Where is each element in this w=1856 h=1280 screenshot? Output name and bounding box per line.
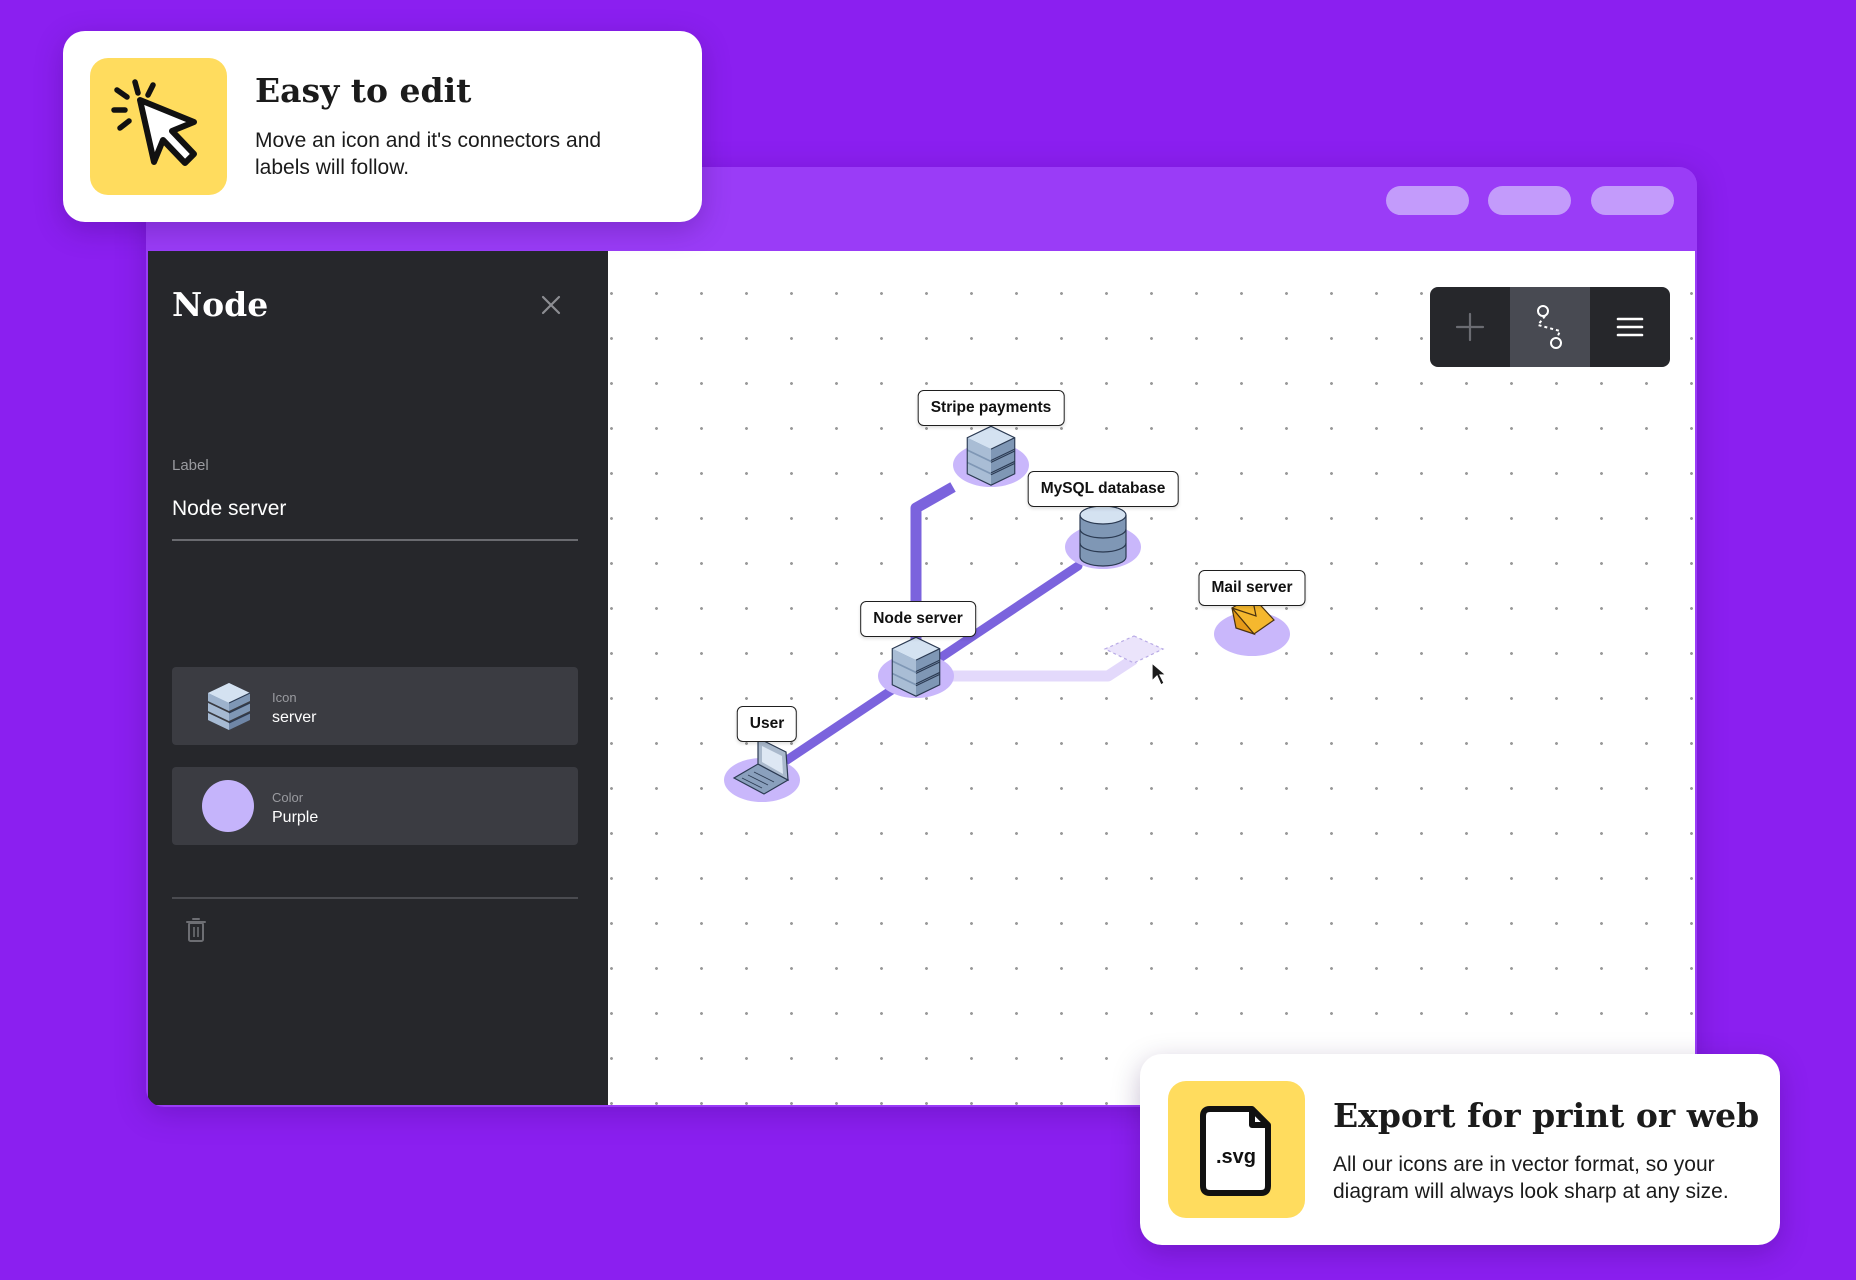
color-value: Purple: [272, 809, 319, 826]
panel-title: Node: [172, 285, 269, 324]
label-caption: Label: [172, 457, 209, 474]
callout-icon-box: [90, 58, 227, 195]
label-input[interactable]: [172, 487, 578, 541]
close-icon: [541, 295, 561, 315]
drop-target-placeholder[interactable]: [1103, 635, 1165, 664]
node-label-user[interactable]: User: [736, 706, 798, 742]
cursor-click-icon: [111, 79, 197, 166]
color-selector[interactable]: Color Purple: [172, 767, 578, 845]
node-label-stripe-payments[interactable]: Stripe payments: [917, 390, 1065, 426]
callout-icon-box: .svg: [1168, 1081, 1305, 1218]
svg-file-icon: .svg: [1200, 1106, 1271, 1196]
node-user[interactable]: [724, 737, 800, 802]
node-properties-panel: Node Label Icon server Color: [148, 251, 608, 1105]
icon-value: server: [272, 709, 317, 726]
window-control-3[interactable]: [1591, 186, 1674, 215]
callout-text-line-1: All our icons are in vector format, so y…: [1333, 1153, 1715, 1176]
node-label-node-server[interactable]: Node server: [860, 601, 976, 637]
node-node-server[interactable]: [878, 636, 954, 698]
close-panel-button[interactable]: [539, 293, 563, 317]
color-caption: Color: [272, 790, 304, 805]
callout-text-line-2: labels will follow.: [255, 156, 410, 179]
trash-icon: [186, 918, 206, 942]
mouse-pointer-icon: [1151, 661, 1168, 686]
node-stripe-payments[interactable]: [953, 425, 1029, 487]
svg-file-label: .svg: [1216, 1146, 1256, 1168]
server-icon: [208, 683, 251, 730]
node-mysql-database[interactable]: [1065, 505, 1141, 569]
connector-node-preview[interactable]: [935, 654, 1138, 682]
callout-easy-to-edit: Easy to edit Move an icon and it's conne…: [63, 31, 702, 222]
panel-divider: [172, 897, 578, 899]
node-label-mysql-database[interactable]: MySQL database: [1027, 471, 1179, 507]
callout-text-line-1: Move an icon and it's connectors and: [255, 129, 602, 152]
callout-title: Easy to edit: [255, 71, 472, 110]
window-control-1[interactable]: [1386, 186, 1469, 215]
icon-caption: Icon: [272, 690, 297, 705]
database-icon: [1079, 505, 1127, 567]
app-window: Node Label Icon server Color: [146, 167, 1697, 1107]
diagram-graphic: [724, 425, 1290, 802]
diagram-canvas[interactable]: Stripe payments MySQL database Mail serv…: [608, 251, 1695, 1105]
delete-node-button[interactable]: [184, 917, 208, 943]
node-label-mail-server[interactable]: Mail server: [1198, 570, 1306, 606]
callout-title: Export for print or web: [1333, 1096, 1760, 1135]
color-swatch: [202, 780, 254, 832]
icon-selector[interactable]: Icon server: [172, 667, 578, 745]
callout-export: .svg Export for print or web All our ico…: [1140, 1054, 1780, 1245]
window-control-2[interactable]: [1488, 186, 1571, 215]
callout-text-line-2: diagram will always look sharp at any si…: [1333, 1180, 1729, 1203]
